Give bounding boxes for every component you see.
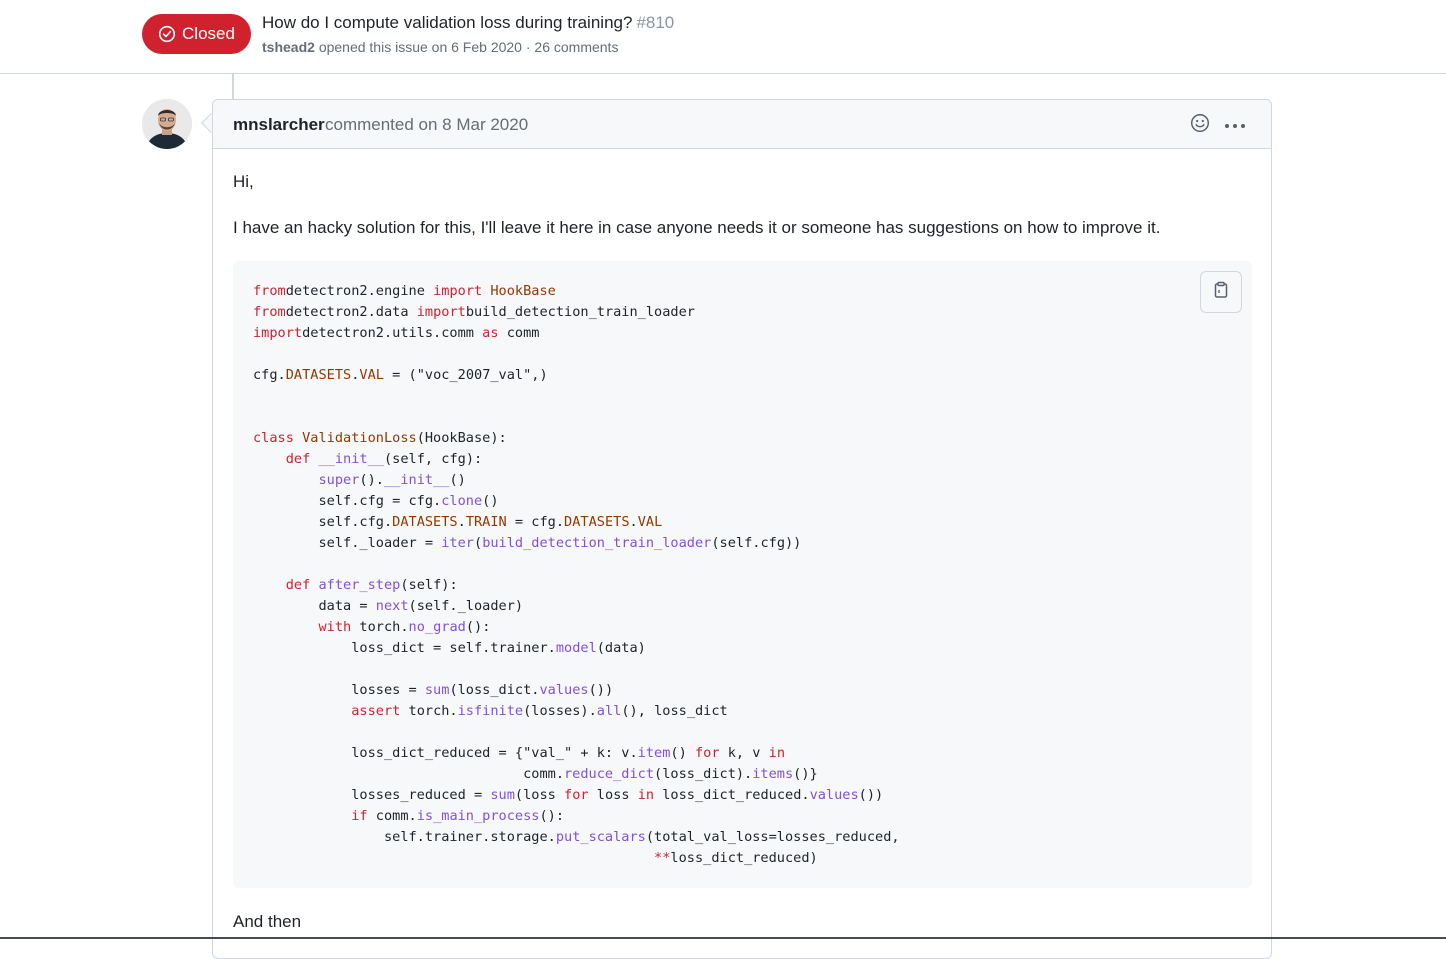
timeline-line [232,74,234,100]
issue-header: Closed How do I compute validation loss … [0,0,1446,74]
code-line: self._loader = iter(build_detection_trai… [253,535,802,551]
code-line: fromdetectron2.data importbuild_detectio… [253,304,695,320]
comment-options-button[interactable] [1223,114,1247,136]
code-line: if comm.is_main_process(): [351,808,565,824]
code-line: cfg.DATASETS.VAL = ("voc_2007_val",) [253,367,548,383]
code-line: self.cfg = cfg.clone() [253,493,499,509]
code-line: super().__init__() [318,472,466,488]
comment-paragraph: I have an hacky solution for this, I'll … [233,218,1161,237]
clipboard-icon [1212,281,1230,304]
code-line: self.trainer.storage.put_scalars(total_v… [253,829,900,845]
issue-author-link[interactable]: tshead2 [262,39,315,55]
code-line: data = next(self._loader) [253,598,524,614]
code-line: class ValidationLoss(HookBase): [253,430,507,446]
copy-code-button[interactable] [1200,271,1242,313]
code-line: def after_step(self): [285,577,458,593]
state-label: Closed [182,24,235,43]
issue-meta: tshead2 opened this issue on 6 Feb 2020 … [262,39,618,55]
avatar[interactable] [142,99,192,149]
code-line: assert torch.isfinite(losses).all(), los… [351,703,728,719]
code-content[interactable]: fromdetectron2.engine import HookBase fr… [253,281,900,869]
code-block: fromdetectron2.engine import HookBase fr… [233,261,1252,888]
smiley-icon [1190,113,1210,138]
issue-title-text: How do I compute validation loss during … [262,13,633,32]
issue-meta-text: opened this issue on 6 Feb 2020 · 26 com… [318,39,619,55]
code-line: **loss_dict_reduced) [654,850,818,866]
comment-timestamp[interactable]: commented on 8 Mar 2020 [325,115,528,135]
kebab-horizontal-icon [1224,116,1246,134]
issue-number: #810 [636,13,675,32]
code-line: with torch.no_grad(): [318,619,491,635]
code-line: fromdetectron2.engine import HookBase [253,283,556,299]
avatar-image [142,99,192,149]
closed-state-badge: Closed [142,14,251,54]
issue-title: How do I compute validation loss during … [262,13,674,33]
code-line: comm.reduce_dict(loss_dict).items()} [253,766,818,782]
code-line: loss_dict_reduced = {"val_" + k: v.item(… [253,745,786,761]
code-line: importdetectron2.utils.comm as comm [253,325,540,341]
code-line: loss_dict = self.trainer.model(data) [253,640,646,656]
code-line: def __init__(self, cfg): [285,451,483,467]
comment-header: mnslarcher commented on 8 Mar 2020 [213,100,1271,149]
comment-box: mnslarcher commented on 8 Mar 2020 Hi, I… [212,99,1272,959]
add-reaction-button[interactable] [1189,113,1211,138]
issue-closed-icon [158,25,176,43]
comment-paragraph: And then [233,912,302,931]
code-line: losses_reduced = sum(loss for loss in lo… [253,787,884,803]
comment-author-link[interactable]: mnslarcher [233,115,325,135]
code-line: losses = sum(loss_dict.values()) [253,682,614,698]
comment-paragraph: Hi, [233,172,254,191]
code-line: self.cfg.DATASETS.TRAIN = cfg.DATASETS.V… [253,514,663,530]
